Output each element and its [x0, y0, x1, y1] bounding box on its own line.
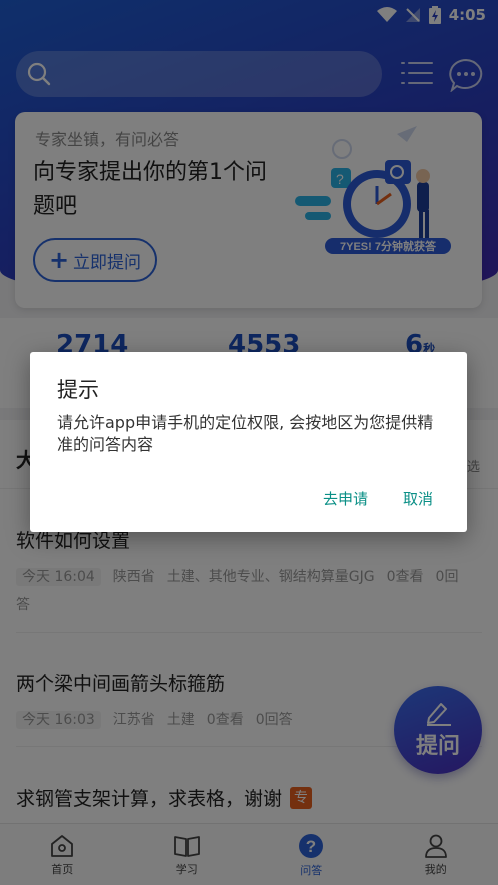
cancel-button[interactable]: 取消 [403, 488, 433, 509]
dialog-message: 请允许app申请手机的定位权限, 会按地区为您提供精准的问答内容 [57, 413, 434, 454]
dialog-title: 提示 [57, 378, 99, 402]
location-permission-dialog: 提示 请允许app申请手机的定位权限, 会按地区为您提供精准的问答内容 去申请 … [30, 352, 467, 532]
apply-permission-button[interactable]: 去申请 [323, 488, 368, 509]
